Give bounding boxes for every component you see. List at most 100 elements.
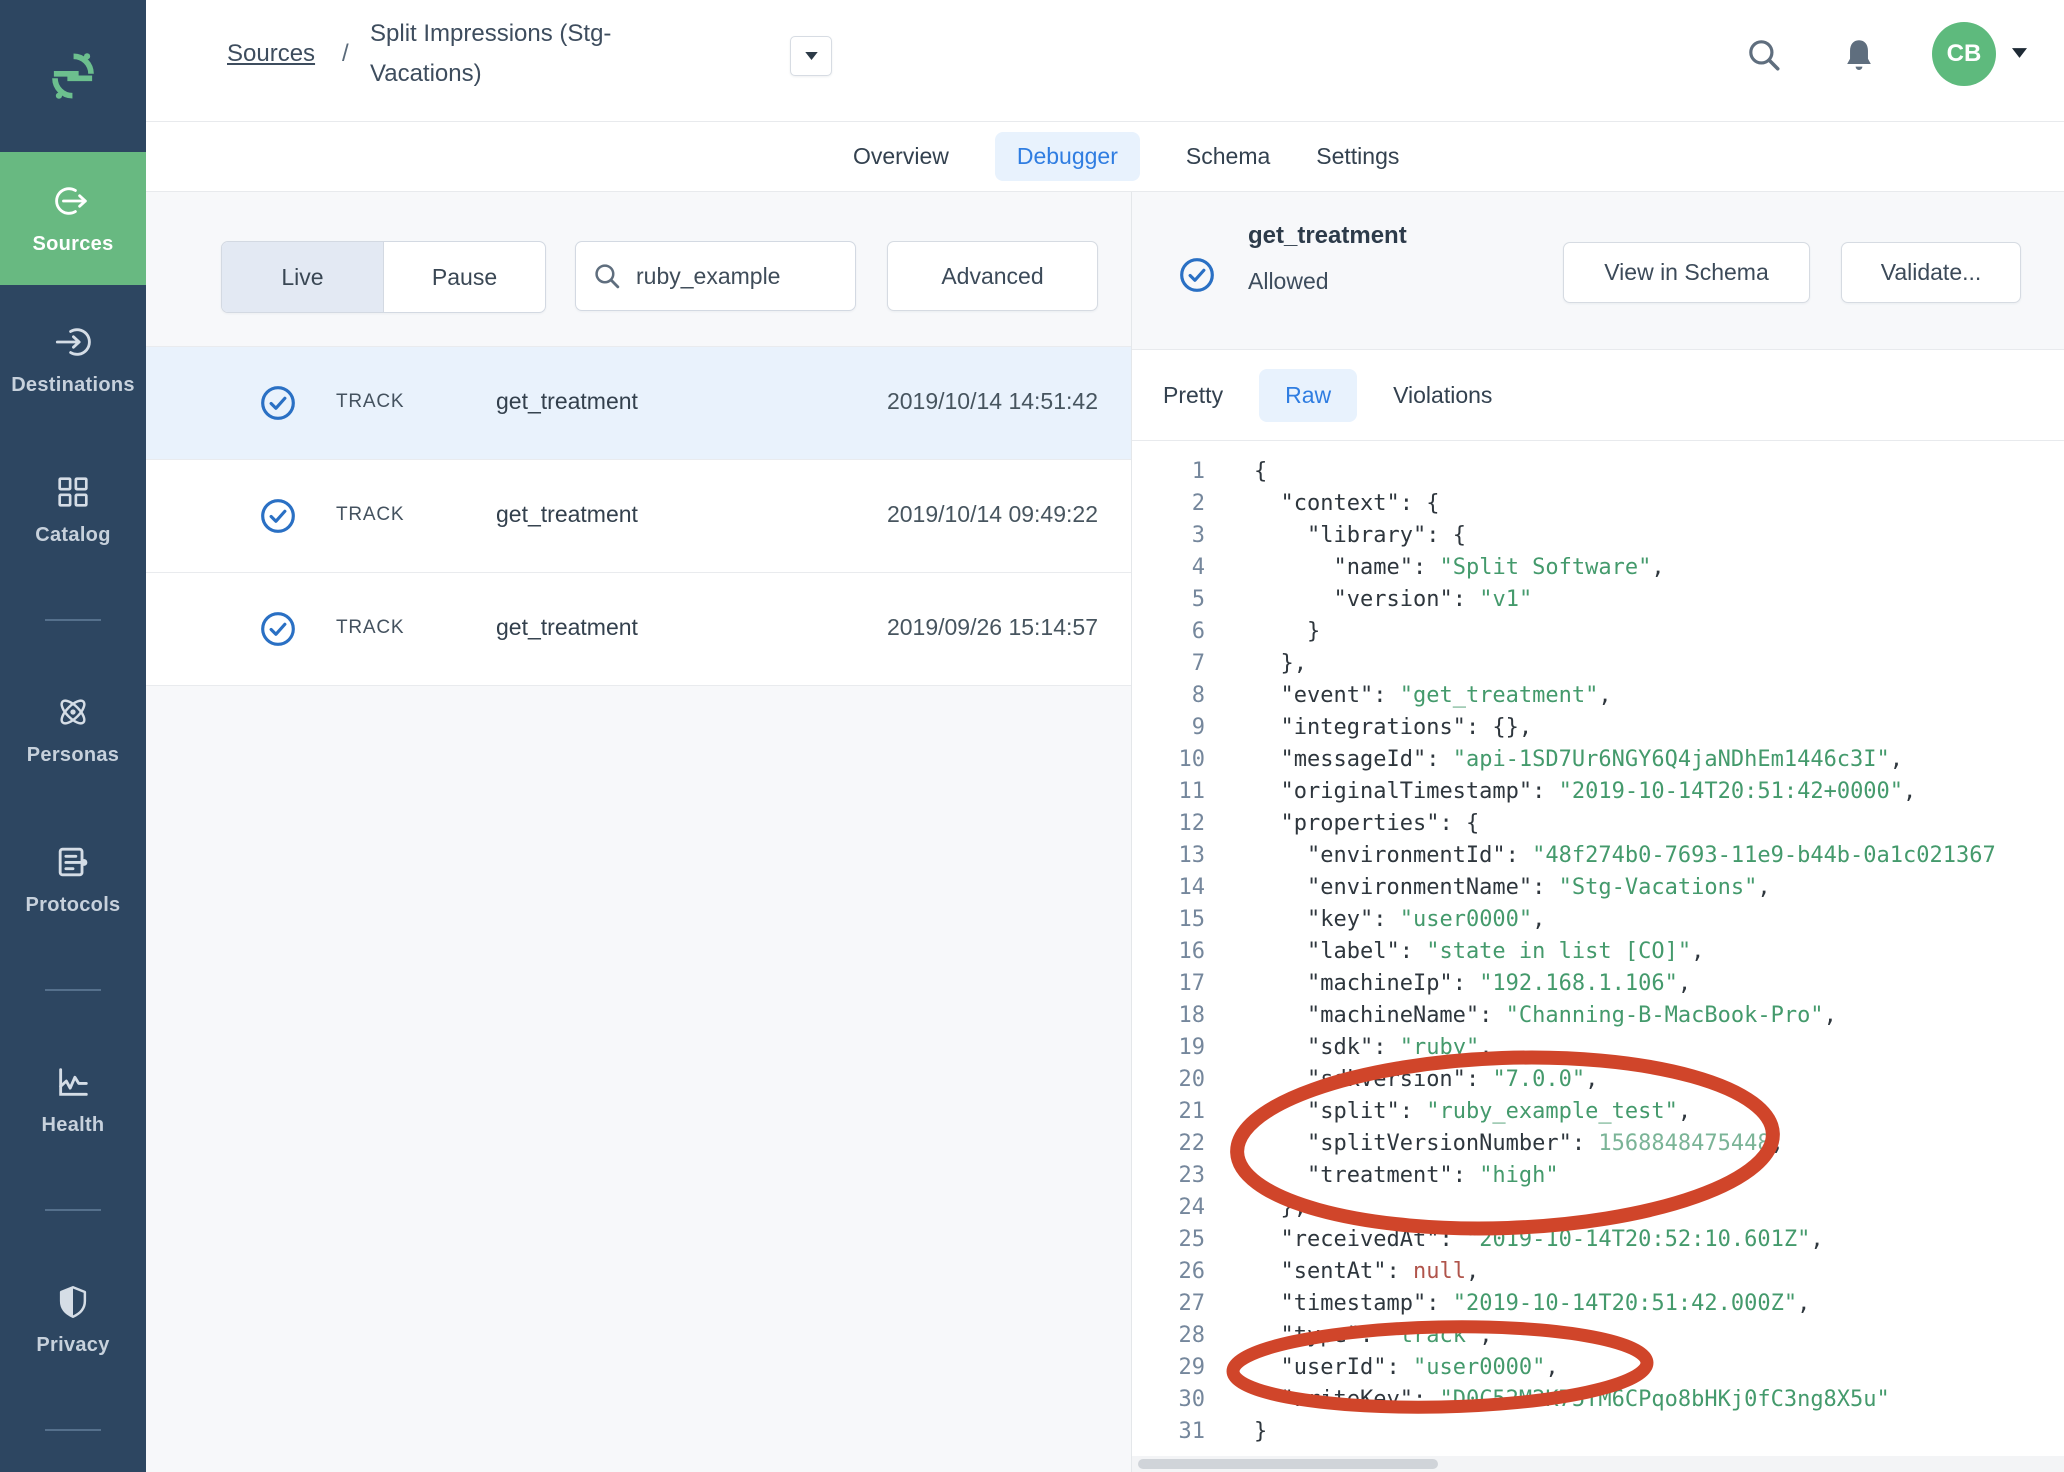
line-number: 13: [1145, 840, 1205, 872]
view-in-schema-button[interactable]: View in Schema: [1563, 242, 1810, 303]
line-number: 28: [1145, 1320, 1205, 1352]
event-type: TRACK: [336, 391, 404, 413]
tab-schema[interactable]: Schema: [1186, 132, 1270, 181]
advanced-button[interactable]: Advanced: [887, 241, 1098, 311]
event-row[interactable]: TRACKget_treatment2019/10/14 14:51:42: [146, 346, 1131, 460]
sidebar-item-sources[interactable]: Sources: [0, 152, 146, 285]
line-number: 8: [1145, 680, 1205, 712]
sidebar-item-catalog[interactable]: Catalog: [0, 435, 146, 585]
code-text: "receivedAt": "2019-10-14T20:52:10.601Z"…: [1254, 1227, 1824, 1252]
event-name: get_treatment: [496, 614, 638, 641]
validate-button[interactable]: Validate...: [1841, 242, 2021, 303]
event-row[interactable]: TRACKget_treatment2019/09/26 15:14:57: [146, 573, 1131, 686]
sidebar-item-label: Privacy: [36, 1334, 109, 1357]
sidebar-item-label: Health: [42, 1114, 105, 1137]
live-button[interactable]: Live: [222, 242, 384, 312]
sidebar-item-privacy[interactable]: Privacy: [0, 1245, 146, 1395]
code-line: 1{: [1132, 456, 2064, 488]
segment-logo[interactable]: [0, 0, 146, 152]
breadcrumb-sources-link[interactable]: Sources: [227, 40, 315, 68]
code-line: 15 "key": "user0000",: [1132, 904, 2064, 936]
sidebar-item-personas[interactable]: Personas: [0, 655, 146, 805]
tab-settings[interactable]: Settings: [1316, 132, 1399, 181]
sidebar-divider: [0, 1395, 146, 1465]
allowed-check-circle-icon: [1178, 256, 1216, 294]
view-tab-pretty[interactable]: Pretty: [1163, 369, 1223, 422]
personas-icon: [54, 693, 92, 731]
code-line: 19 "sdk": "ruby",: [1132, 1032, 2064, 1064]
code-text: "messageId": "api-1SD7Ur6NGY6Q4jaNDhEm14…: [1254, 747, 1903, 772]
event-search-box: [575, 241, 856, 311]
avatar[interactable]: CB: [1932, 22, 1996, 86]
code-line: 24 },: [1132, 1192, 2064, 1224]
code-line: 23 "treatment": "high": [1132, 1160, 2064, 1192]
app-window: Sources Destinations Catalog PersonasProtoc…: [0, 0, 2064, 1472]
line-number: 16: [1145, 936, 1205, 968]
code-text: "label": "state in list [CO]",: [1254, 939, 1704, 964]
code-text: "library": {: [1254, 523, 1466, 548]
line-number: 23: [1145, 1160, 1205, 1192]
search-icon: [592, 261, 622, 291]
sidebar-divider: [0, 955, 146, 1025]
tab-overview[interactable]: Overview: [853, 132, 949, 181]
code-line: 28 "type": "track",: [1132, 1320, 2064, 1352]
line-number: 26: [1145, 1256, 1205, 1288]
tab-debugger[interactable]: Debugger: [995, 132, 1140, 181]
detail-header: get_treatment Allowed View in Schema Val…: [1132, 192, 2064, 350]
source-switcher-button[interactable]: [790, 36, 832, 76]
code-line: 22 "splitVersionNumber": 1568848475448,: [1132, 1128, 2064, 1160]
event-search-input[interactable]: [634, 262, 839, 291]
code-line: 2 "context": {: [1132, 488, 2064, 520]
event-detail-panel: get_treatment Allowed View in Schema Val…: [1132, 192, 2064, 1472]
sidebar-item-health[interactable]: Health: [0, 1025, 146, 1175]
tabs-row: Overview Debugger Schema Settings: [146, 122, 2064, 192]
line-number: 12: [1145, 808, 1205, 840]
scrollbar-thumb[interactable]: [1138, 1459, 1438, 1469]
view-tab-raw[interactable]: Raw: [1259, 369, 1357, 422]
breadcrumb-separator: /: [342, 40, 349, 68]
code-line: 25 "receivedAt": "2019-10-14T20:52:10.60…: [1132, 1224, 2064, 1256]
code-text: "treatment": "high": [1254, 1163, 1559, 1188]
code-line: 21 "split": "ruby_example_test",: [1132, 1096, 2064, 1128]
event-row[interactable]: TRACKget_treatment2019/10/14 09:49:22: [146, 460, 1131, 573]
page-title: Split Impressions (Stg-Vacations): [370, 14, 670, 94]
check-circle-icon: [259, 384, 297, 422]
debugger-left-panel: Live Pause Advanced TRACKget_treatment20…: [146, 192, 1132, 1472]
line-number: 30: [1145, 1384, 1205, 1416]
account-menu-caret-icon[interactable]: [2012, 48, 2027, 58]
line-number: 15: [1145, 904, 1205, 936]
line-number: 3: [1145, 520, 1205, 552]
code-text: "machineName": "Channing-B-MacBook-Pro",: [1254, 1003, 1837, 1028]
sidebar-item-protocols[interactable]: Protocols: [0, 805, 146, 955]
code-line: 7 },: [1132, 648, 2064, 680]
sidebar-item-label: Destinations: [11, 374, 135, 397]
line-number: 7: [1145, 648, 1205, 680]
sidebar: Sources Destinations Catalog PersonasProtoc…: [0, 0, 146, 1472]
sidebar-item-destinations[interactable]: Destinations: [0, 285, 146, 435]
sidebar-item-label: Sources: [32, 233, 113, 256]
catalog-icon: [54, 473, 92, 511]
event-name: get_treatment: [1248, 222, 1407, 250]
code-line: 6 }: [1132, 616, 2064, 648]
code-text: "originalTimestamp": "2019-10-14T20:51:4…: [1254, 779, 1916, 804]
code-text: "context": {: [1254, 491, 1439, 516]
code-text: "userId": "user0000",: [1254, 1355, 1559, 1380]
line-number: 14: [1145, 872, 1205, 904]
code-line: 30 "writeKey": "D0C52M2K75TM6CPqo8bHKj0f…: [1132, 1384, 2064, 1416]
code-line: 16 "label": "state in list [CO]",: [1132, 936, 2064, 968]
search-icon[interactable]: [1745, 36, 1783, 74]
code-text: },: [1254, 1195, 1307, 1220]
pause-button[interactable]: Pause: [384, 242, 545, 312]
code-line: 3 "library": {: [1132, 520, 2064, 552]
event-name: get_treatment: [496, 501, 638, 528]
code-line: 17 "machineIp": "192.168.1.106",: [1132, 968, 2064, 1000]
protocols-icon: [54, 843, 92, 881]
top-bar: Sources / Split Impressions (Stg-Vacatio…: [146, 0, 2064, 122]
line-number: 29: [1145, 1352, 1205, 1384]
event-list: TRACKget_treatment2019/10/14 14:51:42TRA…: [146, 346, 1131, 686]
notifications-bell-icon[interactable]: [1840, 36, 1878, 74]
code-line: 14 "environmentName": "Stg-Vacations",: [1132, 872, 2064, 904]
code-text: {: [1254, 459, 1267, 484]
horizontal-scrollbar[interactable]: [1132, 1456, 2064, 1472]
view-tab-violations[interactable]: Violations: [1393, 369, 1492, 422]
